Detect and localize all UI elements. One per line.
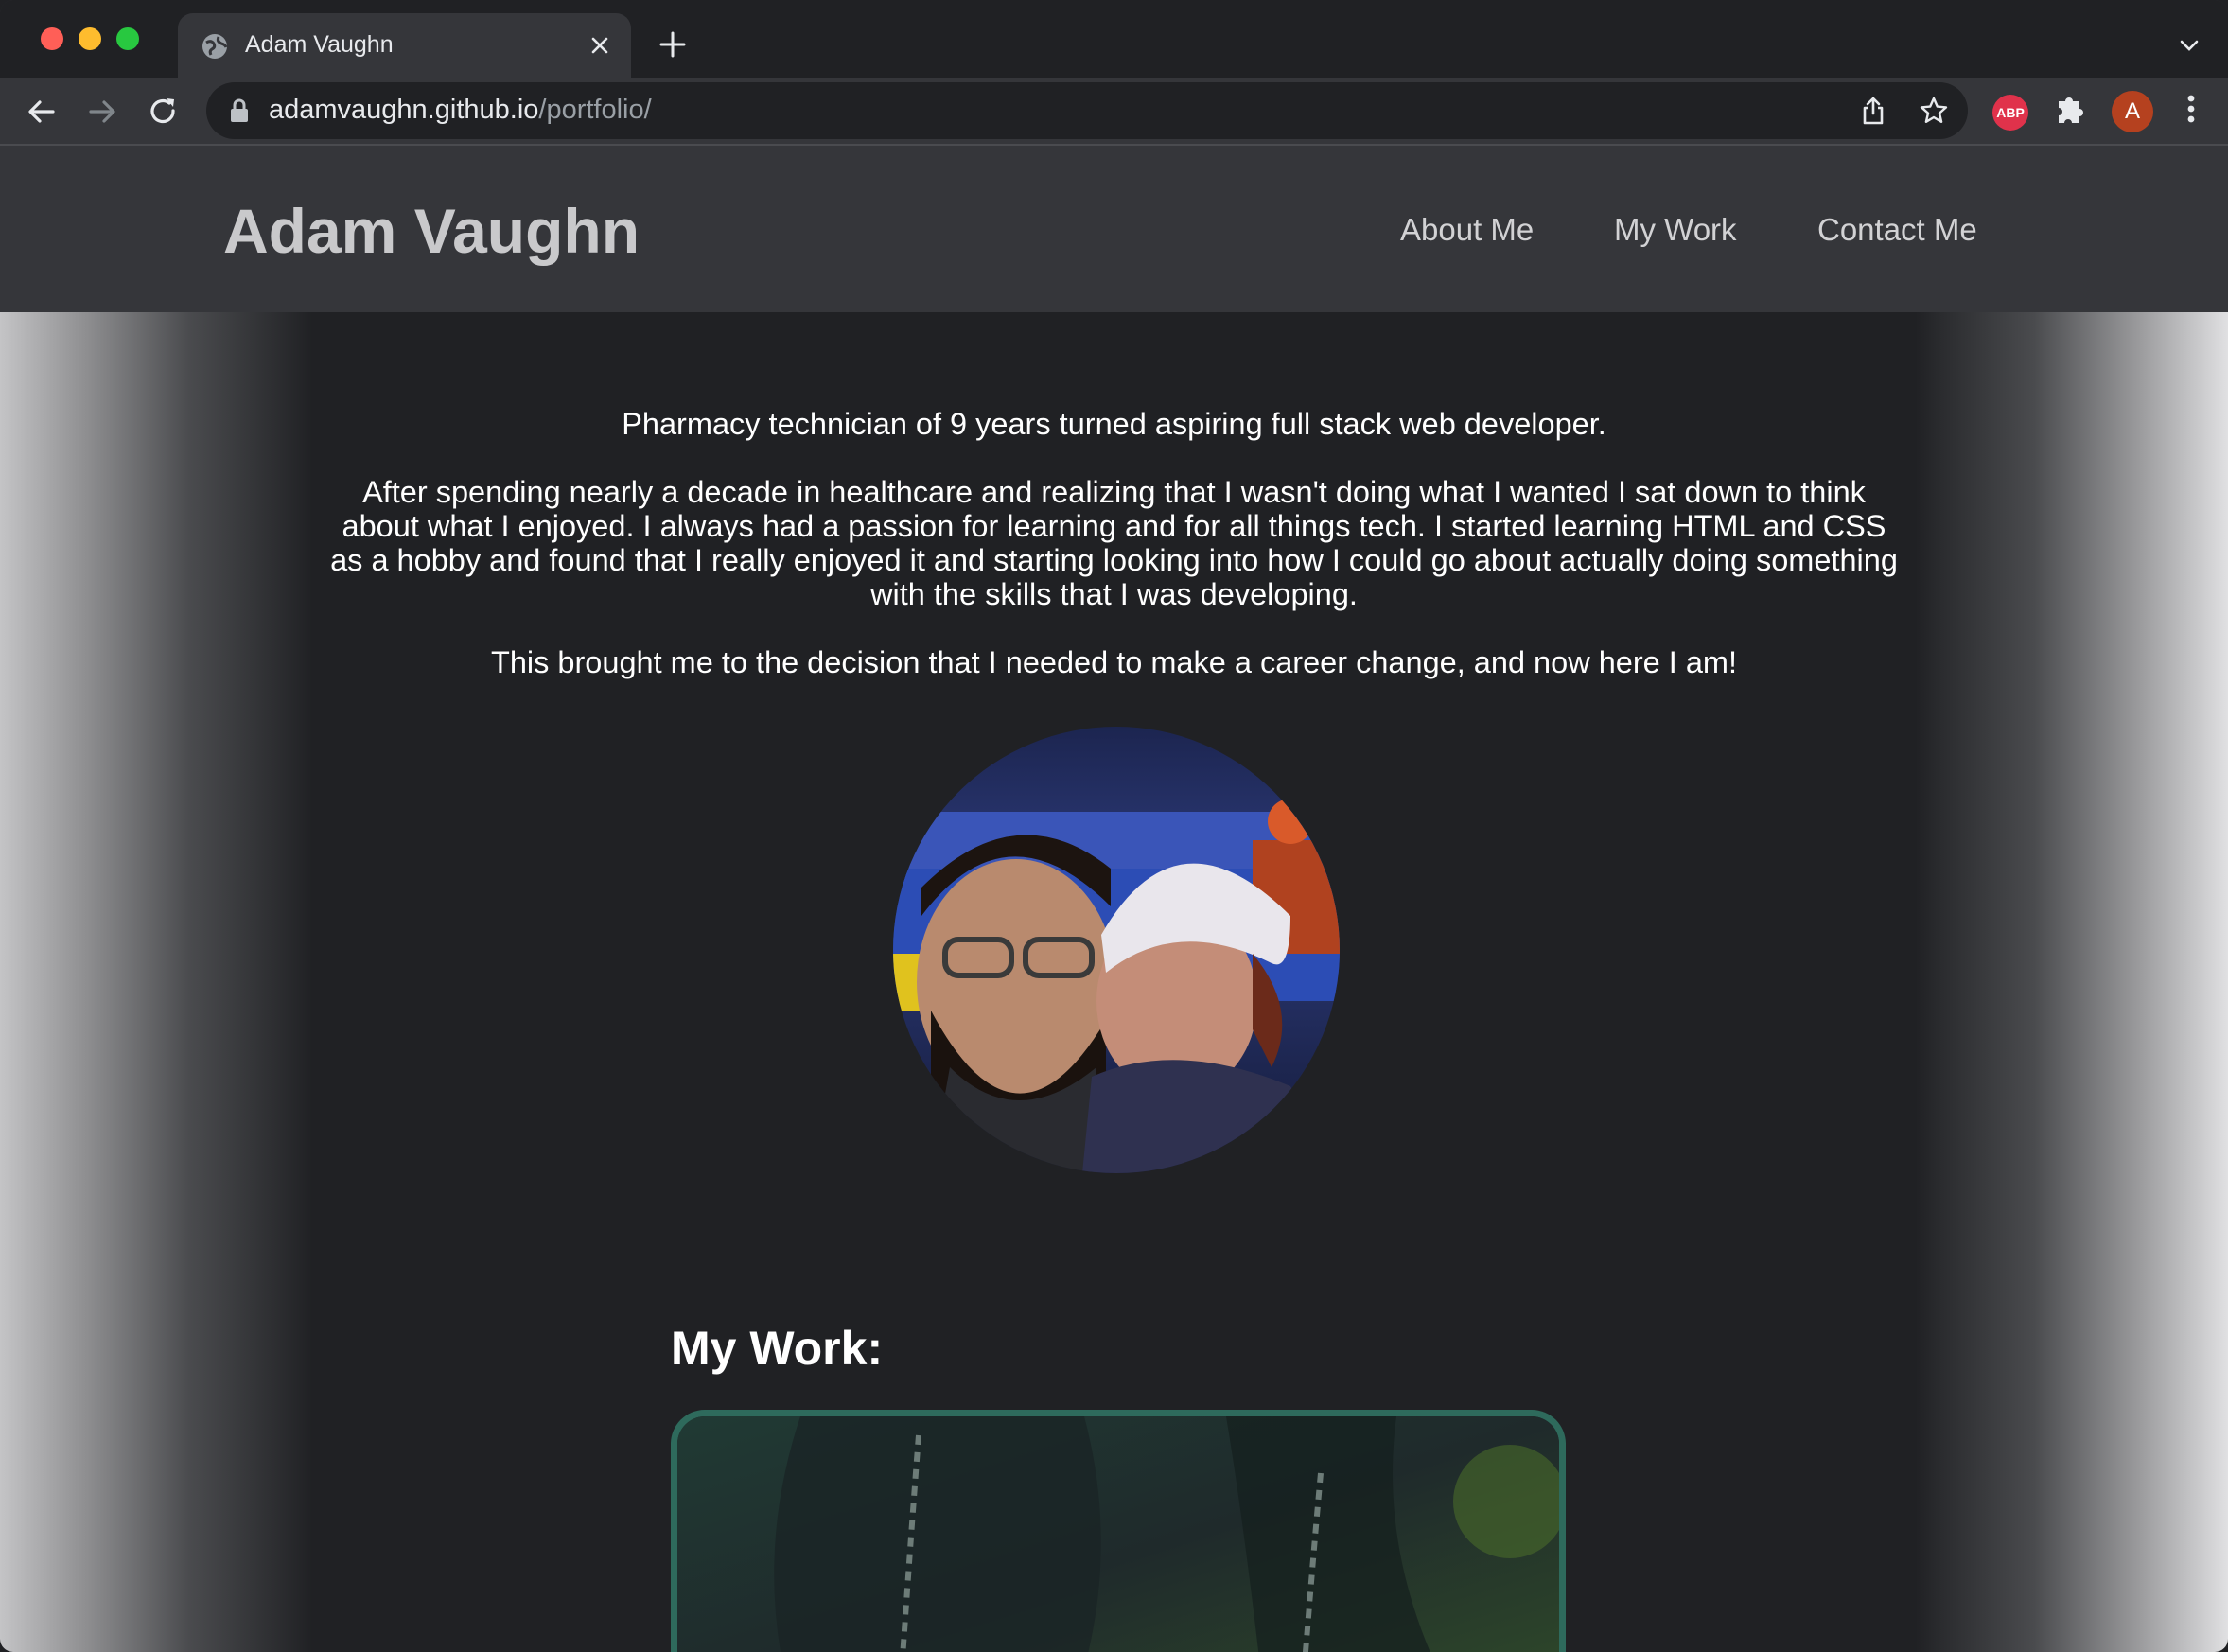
profile-avatar[interactable]: A xyxy=(2112,91,2153,132)
main-content: Pharmacy technician of 9 years turned as… xyxy=(312,312,1916,1652)
minimize-window-button[interactable] xyxy=(79,27,101,50)
reload-icon[interactable] xyxy=(147,95,181,129)
url-path: /portfolio/ xyxy=(538,95,652,125)
web-page: Adam Vaughn About Me My Work Contact Me … xyxy=(0,148,2228,1652)
profile-photo-image xyxy=(893,727,1340,1173)
back-arrow-icon[interactable] xyxy=(25,95,59,129)
about-paragraph: After spending nearly a decade in health… xyxy=(330,475,1898,611)
extensions-puzzle-icon[interactable] xyxy=(2051,90,2089,128)
project-thumbnail xyxy=(677,1416,1559,1652)
new-tab-icon[interactable] xyxy=(657,28,689,61)
adblock-extension-icon[interactable]: ABP xyxy=(1992,95,2028,131)
my-work-heading: My Work: xyxy=(671,1322,884,1375)
bookmark-star-icon[interactable] xyxy=(1919,96,1949,126)
tab-strip: Adam Vaughn xyxy=(0,0,2228,78)
url-host: adamvaughn.github.io xyxy=(269,95,539,125)
site-title[interactable]: Adam Vaughn xyxy=(223,195,640,267)
nav-my-work[interactable]: My Work xyxy=(1614,212,1737,248)
globe-icon xyxy=(202,34,228,59)
menu-more-icon[interactable] xyxy=(2172,90,2210,128)
forward-arrow-icon[interactable] xyxy=(85,95,119,129)
browser-toolbar: adamvaughn.github.io/portfolio/ xyxy=(0,78,2228,146)
close-tab-icon[interactable] xyxy=(587,32,613,59)
nav-contact-me[interactable]: Contact Me xyxy=(1817,212,1977,248)
browser-window: Adam Vaughn adamvaughn.github.io/portfol… xyxy=(0,0,2228,1652)
about-section: Pharmacy technician of 9 years turned as… xyxy=(312,407,1916,713)
tab-title: Adam Vaughn xyxy=(245,31,394,58)
about-paragraph: Pharmacy technician of 9 years turned as… xyxy=(622,407,1606,441)
address-bar[interactable]: adamvaughn.github.io/portfolio/ xyxy=(206,82,1968,139)
project-card[interactable] xyxy=(671,1410,1566,1652)
lock-icon[interactable] xyxy=(229,98,250,123)
url-text: adamvaughn.github.io/portfolio/ xyxy=(269,95,652,126)
share-icon[interactable] xyxy=(1858,96,1888,126)
nav-about-me[interactable]: About Me xyxy=(1400,212,1534,248)
close-window-button[interactable] xyxy=(41,27,63,50)
browser-tab[interactable]: Adam Vaughn xyxy=(178,13,631,78)
chevron-down-icon[interactable] xyxy=(2178,34,2201,57)
profile-photo xyxy=(893,727,1340,1173)
about-paragraph: This brought me to the decision that I n… xyxy=(490,645,1738,679)
maximize-window-button[interactable] xyxy=(116,27,139,50)
site-header: Adam Vaughn About Me My Work Contact Me xyxy=(0,148,2228,312)
